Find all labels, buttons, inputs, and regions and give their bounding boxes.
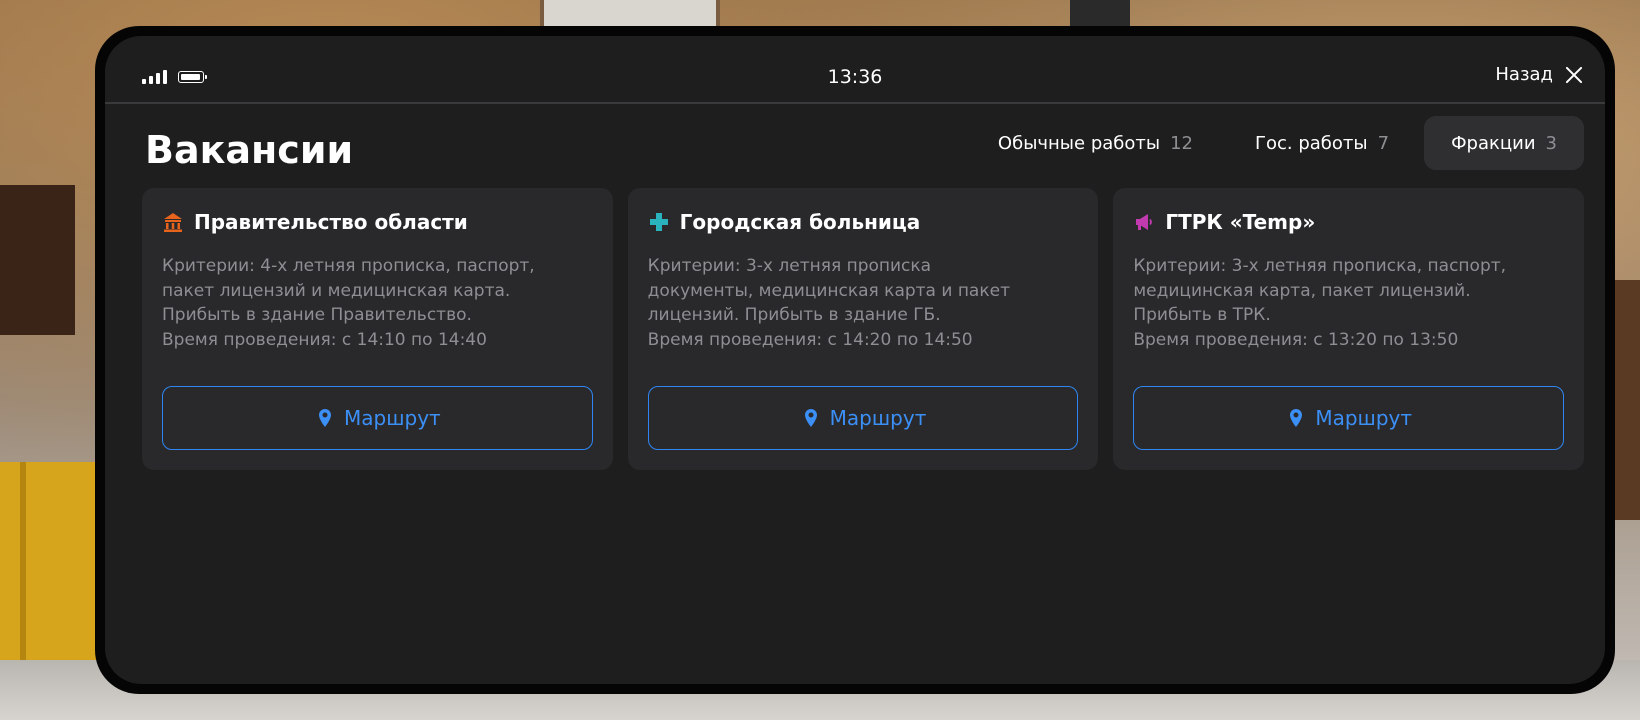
- tab-count: 12: [1170, 132, 1193, 154]
- vacancy-cards: Правительство области Критерии: 4-х летн…: [142, 188, 1585, 470]
- location-pin-icon: [800, 407, 822, 429]
- tab-label: Гос. работы: [1255, 132, 1368, 154]
- description-line: Критерии: 4-х летняя прописка, паспорт,: [162, 256, 535, 276]
- route-button[interactable]: Маршрут: [1133, 386, 1565, 450]
- tab-government-jobs[interactable]: Гос. работы 7: [1228, 116, 1416, 170]
- status-bar: 13:36 Назад: [105, 36, 1605, 104]
- card-header: ГТРК «Temp»: [1133, 210, 1564, 234]
- page-title: Вакансии: [145, 128, 354, 172]
- close-icon[interactable]: [1565, 66, 1583, 84]
- vacancy-card-hospital: Городская больница Критерии: 3-х летняя …: [627, 188, 1099, 470]
- tab-regular-jobs[interactable]: Обычные работы 12: [971, 116, 1220, 170]
- description-line: пакет лицензий и медицинская карта.: [162, 280, 511, 301]
- status-time: 13:36: [827, 66, 883, 88]
- location-pin-icon: [1285, 407, 1307, 429]
- phone-screen: 13:36 Назад Вакансии Обычные работы 12 Г…: [105, 36, 1605, 684]
- card-title: Правительство области: [194, 210, 468, 234]
- card-header: Правительство области: [162, 210, 593, 234]
- description-line: лицензий. Прибыть в здание ГБ.: [647, 305, 941, 325]
- description-line: Критерии: 3-х летняя прописка, паспорт,: [1133, 256, 1507, 276]
- back-button[interactable]: Назад: [1495, 64, 1583, 85]
- route-button-label: Маршрут: [1315, 406, 1413, 430]
- description-line: Критерии: 3-х летняя прописка: [647, 256, 932, 276]
- card-description: Критерии: 3-х летняя прописка документы,…: [648, 254, 1079, 352]
- description-line: документы, медицинская карта и пакет: [647, 280, 1010, 301]
- route-button[interactable]: Маршрут: [647, 386, 1079, 450]
- vacancy-card-tv-radio: ГТРК «Temp» Критерии: 3-х летняя прописк…: [1113, 188, 1585, 470]
- vacancy-card-government: Правительство области Критерии: 4-х летн…: [142, 188, 613, 470]
- tab-count: 3: [1545, 132, 1557, 154]
- description-line: Прибыть в здание Правительство.: [162, 305, 472, 325]
- location-pin-icon: [314, 407, 336, 429]
- description-line: Время проведения: с 14:10 по 14:40: [162, 329, 487, 350]
- back-button-label: Назад: [1495, 64, 1553, 85]
- card-title: ГТРК «Temp»: [1165, 210, 1316, 234]
- tab-count: 7: [1377, 132, 1390, 154]
- category-tabs: Обычные работы 12 Гос. работы 7 Фракции …: [971, 116, 1584, 170]
- tab-label: Обычные работы: [997, 132, 1161, 154]
- card-title: Городская больница: [679, 210, 921, 234]
- description-line: медицинская карта, пакет лицензий.: [1133, 280, 1471, 301]
- description-line: Время проведения: с 13:20 по 13:50: [1133, 329, 1459, 350]
- medical-cross-icon: [648, 211, 670, 233]
- route-button-label: Маршрут: [829, 406, 927, 430]
- government-building-icon: [162, 211, 184, 233]
- card-description: Критерии: 4-х летняя прописка, паспорт, …: [162, 254, 593, 352]
- tab-factions[interactable]: Фракции 3: [1424, 116, 1584, 170]
- background-furniture: [0, 185, 75, 335]
- card-description: Критерии: 3-х летняя прописка, паспорт, …: [1133, 254, 1564, 352]
- tab-label: Фракции: [1451, 132, 1536, 154]
- route-button[interactable]: Маршрут: [162, 386, 593, 450]
- card-header: Городская больница: [648, 210, 1079, 234]
- description-line: Прибыть в ТРК.: [1133, 305, 1271, 325]
- route-button-label: Маршрут: [343, 406, 441, 430]
- megaphone-icon: [1133, 211, 1155, 233]
- description-line: Время проведения: с 14:20 по 14:50: [647, 329, 973, 350]
- phone-device: 13:36 Назад Вакансии Обычные работы 12 Г…: [95, 26, 1615, 694]
